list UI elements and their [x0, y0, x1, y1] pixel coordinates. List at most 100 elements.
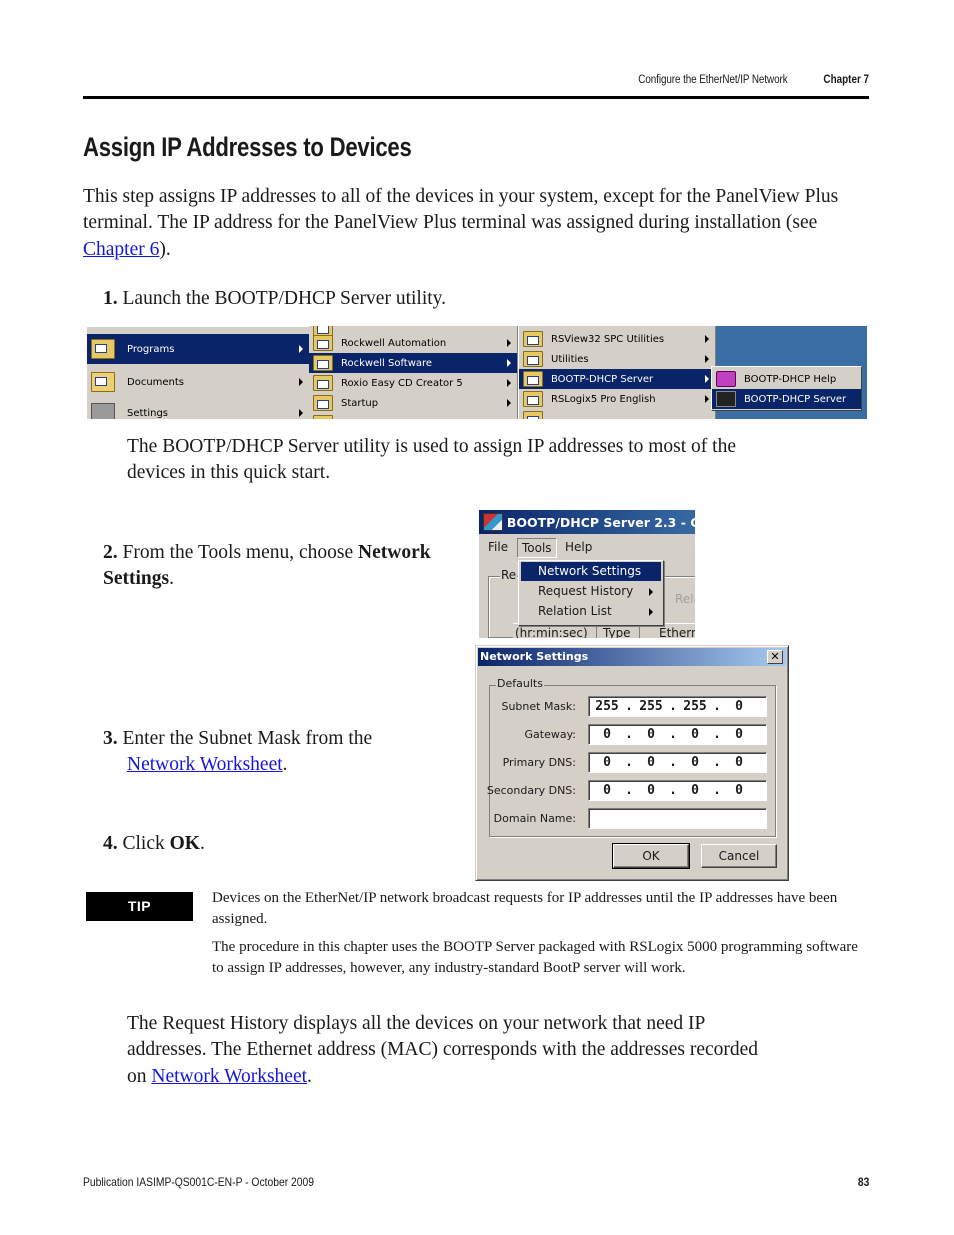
folder-icon — [523, 391, 543, 407]
bootp-window-screenshot: BOOTP/DHCP Server 2.3 - C:\ File Tools H… — [478, 510, 695, 638]
step-1-note: The BOOTP/DHCP Server utility is used to… — [127, 436, 736, 484]
octet: 0 — [647, 755, 655, 770]
menu-item-label: BOOTP-DHCP Help — [744, 373, 837, 385]
relation-button-label: Relatio — [675, 592, 695, 606]
step-text: From the Tools menu, choose — [122, 542, 359, 563]
menu-item-label: Startup — [341, 397, 379, 409]
bootp-dhcp-submenu: BOOTP-DHCP Help BOOTP-DHCP Server — [711, 366, 862, 411]
folder-icon — [313, 375, 333, 391]
submenu-arrow-icon — [507, 339, 511, 347]
step-number: 1. — [103, 288, 118, 309]
menu-item-network-settings[interactable]: Network Settings — [521, 562, 661, 581]
menu-item-bootp-dhcp-server[interactable]: BOOTP-DHCP Server — [712, 389, 861, 409]
submenu-arrow-icon — [705, 335, 709, 343]
menu-item-partial — [309, 413, 517, 419]
secondary-dns-field[interactable]: 0.0.0.0 — [588, 780, 767, 801]
octet: 0 — [735, 699, 743, 714]
menu-file[interactable]: File — [488, 540, 508, 554]
menu-item-programs[interactable]: Programs — [87, 334, 309, 364]
submenu-arrow-icon — [705, 375, 709, 383]
settings-icon — [91, 403, 115, 419]
column-header[interactable]: Ethern — [659, 626, 695, 638]
tip-badge: TIP — [86, 892, 193, 921]
start-menu: Programs Documents Settings — [87, 326, 310, 419]
folder-icon — [313, 355, 333, 371]
octet: 0 — [691, 727, 699, 742]
tip-paragraph-1: Devices on the EtherNet/IP network broad… — [212, 890, 838, 927]
step-4: 4. Click OK. — [103, 831, 205, 857]
tools-dropdown-menu: Network Settings Request History Relatio… — [518, 560, 664, 626]
bootp-app-icon — [483, 513, 503, 531]
subnet-mask-field[interactable]: 255. 255. 255. 0 — [588, 696, 767, 717]
octet: 0 — [691, 783, 699, 798]
menu-item-label: Relation List — [538, 604, 612, 618]
network-worksheet-link[interactable]: Network Worksheet — [151, 1066, 307, 1087]
step-1: 1. Launch the BOOTP/DHCP Server utility. — [103, 286, 446, 312]
rockwell-software-submenu: RSView32 SPC Utilities Utilities BOOTP-D… — [518, 326, 716, 419]
menu-item-bootp-dhcp-server-folder[interactable]: BOOTP-DHCP Server — [519, 369, 715, 389]
octet: 255 — [683, 699, 707, 714]
step-3: 3. Enter the Subnet Mask from the Networ… — [103, 726, 443, 779]
octet: 0 — [735, 783, 743, 798]
menu-item-utilities[interactable]: Utilities — [519, 349, 715, 369]
dialog-title: Network Settings — [480, 650, 589, 663]
octet: 0 — [603, 783, 611, 798]
step-text: Launch the BOOTP/DHCP Server utility. — [122, 288, 447, 309]
menu-item-relation-list[interactable]: Relation List — [521, 602, 661, 621]
running-header-chapter: Chapter 7 — [823, 74, 869, 86]
step-2: 2. From the Tools menu, choose Network S… — [103, 540, 473, 593]
help-book-icon — [716, 371, 736, 387]
menu-item-startup[interactable]: Startup — [309, 393, 517, 413]
bootp-title-bar: BOOTP/DHCP Server 2.3 - C:\ — [479, 510, 695, 534]
gateway-field[interactable]: 0.0.0.0 — [588, 724, 767, 745]
menu-item-rsview32-spc[interactable]: RSView32 SPC Utilities — [519, 329, 715, 349]
header-rule — [83, 96, 869, 99]
close-icon[interactable]: ✕ — [767, 650, 783, 664]
menu-item-rslogix5-pro[interactable]: RSLogix5 Pro English — [519, 389, 715, 409]
submenu-arrow-icon — [299, 409, 303, 417]
programs-submenu: Rockwell Automation Rockwell Software Ro… — [309, 326, 518, 419]
ok-button[interactable]: OK — [612, 843, 690, 869]
menu-item-request-history[interactable]: Request History — [521, 582, 661, 601]
submenu-arrow-icon — [507, 359, 511, 367]
step-number: 4. — [103, 833, 118, 854]
submenu-arrow-icon — [705, 355, 709, 363]
menu-item-bootp-dhcp-help[interactable]: BOOTP-DHCP Help — [712, 369, 861, 389]
menu-help[interactable]: Help — [565, 540, 592, 554]
domain-name-label: Domain Name: — [493, 812, 576, 825]
submenu-arrow-icon — [649, 588, 653, 596]
folder-icon — [313, 395, 333, 411]
step-text-end: . — [199, 833, 205, 854]
group-label: Re — [500, 568, 518, 582]
column-header[interactable]: Type — [603, 626, 640, 638]
documents-icon — [91, 372, 115, 392]
menu-item-rockwell-software[interactable]: Rockwell Software — [309, 353, 517, 373]
menu-item-partial — [519, 409, 715, 419]
octet: 0 — [647, 783, 655, 798]
folder-icon — [313, 415, 333, 419]
octet: 255 — [639, 699, 663, 714]
octet: 0 — [603, 727, 611, 742]
menu-tools[interactable]: Tools — [517, 538, 557, 558]
menu-item-documents[interactable]: Documents — [87, 368, 309, 396]
octet: 0 — [735, 755, 743, 770]
column-header[interactable]: (hr:min:sec) — [515, 626, 597, 638]
gateway-label: Gateway: — [524, 728, 577, 741]
folder-icon — [523, 411, 543, 419]
menu-item-label: BOOTP-DHCP Server — [551, 373, 654, 385]
intro-text-end: ). — [159, 238, 171, 260]
primary-dns-field[interactable]: 0.0.0.0 — [588, 752, 767, 773]
menu-item-label: RSView32 SPC Utilities — [551, 333, 665, 345]
domain-name-field[interactable] — [588, 808, 767, 829]
octet: 0 — [603, 755, 611, 770]
menu-item-label: Rockwell Automation — [341, 337, 447, 349]
chapter-6-link[interactable]: Chapter 6 — [83, 239, 159, 260]
menu-item-settings[interactable]: Settings — [87, 400, 309, 419]
folder-icon — [523, 371, 543, 387]
menu-item-roxio[interactable]: Roxio Easy CD Creator 5 — [309, 373, 517, 393]
cancel-button[interactable]: Cancel — [701, 844, 777, 868]
menu-item-rockwell-automation[interactable]: Rockwell Automation — [309, 333, 517, 353]
step-text: Click — [122, 833, 170, 854]
menu-item-label: RSLogix5 Pro English — [551, 393, 656, 405]
network-worksheet-link[interactable]: Network Worksheet — [127, 754, 283, 775]
